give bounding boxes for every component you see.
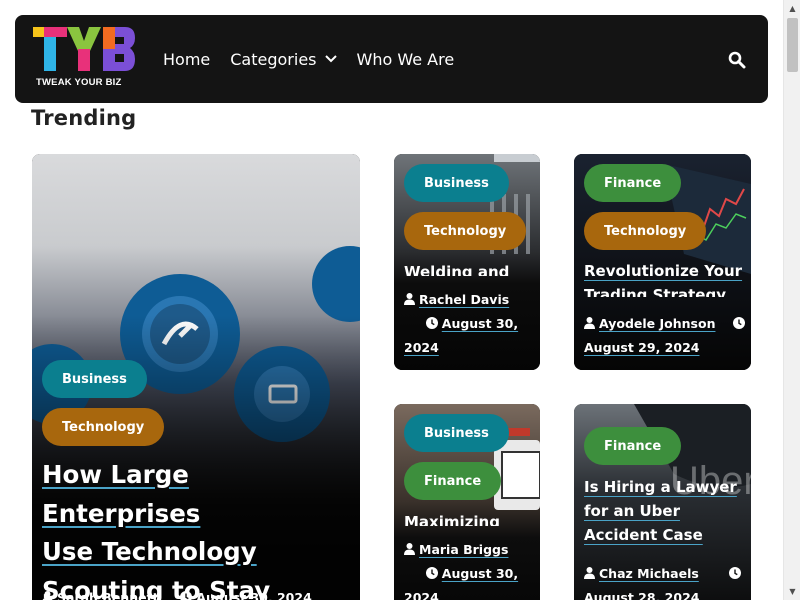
card-title[interactable]: Welding and <box>404 260 534 276</box>
main-nav: Home Categories Who We Are <box>163 15 454 103</box>
nav-who-we-are-label: Who We Are <box>356 49 455 69</box>
clock-icon <box>732 317 745 329</box>
nav-who-we-are[interactable]: Who We Are <box>357 50 455 69</box>
trending-card[interactable]: Finance Technology Revolutionize Your Tr… <box>574 154 751 370</box>
author-link[interactable]: Maria Briggs <box>419 542 508 557</box>
post-date[interactable]: August 28, 2024 <box>584 590 699 600</box>
section-title: Trending <box>31 106 137 130</box>
page-scrollbar[interactable]: ▲ ▼ <box>783 0 800 600</box>
card-title[interactable]: How Large Enterprises Use Technology Sco… <box>42 456 352 600</box>
category-badge-finance[interactable]: Finance <box>584 427 682 465</box>
category-badge-technology[interactable]: Technology <box>584 212 707 250</box>
scrollbar-thumb[interactable] <box>787 18 798 72</box>
author-link[interactable]: Rachel Davis <box>419 292 509 307</box>
category-badge-finance[interactable]: Finance <box>584 164 682 202</box>
logo-mark-icon <box>33 27 135 71</box>
category-badge-business[interactable]: Business <box>42 360 147 398</box>
card-meta: Ayodele Johnson August 29, 2024 <box>584 312 749 360</box>
card-title-line: Trading Strategy <box>584 286 726 297</box>
card-meta: Chaz Michaels August 28, 2024 <box>584 562 749 600</box>
clock-icon <box>425 567 438 579</box>
clock-icon <box>180 591 193 600</box>
user-icon <box>584 317 595 329</box>
author-link[interactable]: Ayodele Johnson <box>599 316 715 331</box>
site-logo[interactable]: TWEAK YOUR BIZ <box>33 27 135 91</box>
card-title-line: for an Uber <box>584 502 680 520</box>
card-meta: Sarah Bennett August 30, 2024 <box>42 586 312 600</box>
user-icon <box>404 293 415 305</box>
post-date-year[interactable]: 2024 <box>404 340 439 355</box>
scroll-up-icon[interactable]: ▲ <box>784 0 800 17</box>
card-meta: Rachel Davis August 30, 2024 <box>404 288 534 360</box>
post-date[interactable]: August 29, 2024 <box>584 340 699 355</box>
search-icon[interactable] <box>728 51 746 69</box>
user-icon <box>42 591 53 600</box>
card-title-line: Maximizing <box>404 513 500 526</box>
post-date[interactable]: August 30, 2024 <box>196 590 311 600</box>
author-link[interactable]: Sarah Bennett <box>57 590 159 600</box>
scroll-down-icon[interactable]: ▼ <box>784 583 800 600</box>
category-badge-business[interactable]: Business <box>404 164 509 202</box>
featured-card[interactable]: Business Technology How Large Enterprise… <box>32 154 360 600</box>
clock-icon <box>729 567 742 579</box>
category-badge-technology[interactable]: Technology <box>42 408 165 446</box>
post-date[interactable]: August 30, <box>442 316 518 331</box>
card-title-line: Welding and <box>404 263 510 276</box>
trending-card[interactable]: Business Technology Welding and Rachel D… <box>394 154 540 370</box>
nav-categories-label: Categories <box>230 49 317 69</box>
logo-text: TWEAK YOUR BIZ <box>36 77 122 88</box>
category-badge-technology[interactable]: Technology <box>404 212 527 250</box>
chevron-down-icon <box>324 55 337 63</box>
card-title[interactable]: Maximizing <box>404 510 534 526</box>
nav-home-label: Home <box>163 49 211 69</box>
card-title-line: Use Technology <box>42 537 257 566</box>
trending-card[interactable]: Business Finance Maximizing Maria Briggs… <box>394 404 540 600</box>
category-badge-business[interactable]: Business <box>404 414 509 452</box>
author-link[interactable]: Chaz Michaels <box>599 566 699 581</box>
post-date[interactable]: August 30, <box>442 566 518 581</box>
card-title-line: Accident Case <box>584 526 703 544</box>
category-badge-finance[interactable]: Finance <box>404 462 502 500</box>
card-title-line: Revolutionize Your <box>584 262 743 280</box>
user-icon <box>584 567 595 579</box>
card-meta: Maria Briggs August 30, 2024 <box>404 538 534 600</box>
card-title-line: Is Hiring a Lawyer <box>584 478 737 496</box>
card-title-line: How Large Enterprises <box>42 460 201 528</box>
card-title[interactable]: Revolutionize Your Trading Strategy <box>584 259 749 297</box>
nav-categories[interactable]: Categories <box>230 49 337 69</box>
trending-card[interactable]: Uber Finance Is Hiring a Lawyer for an U… <box>574 404 751 600</box>
clock-icon <box>425 317 438 329</box>
post-date-year[interactable]: 2024 <box>404 590 439 600</box>
site-header: TWEAK YOUR BIZ Home Categories Who We Ar… <box>15 15 768 103</box>
user-icon <box>404 543 415 555</box>
nav-home[interactable]: Home <box>163 50 210 69</box>
card-title[interactable]: Is Hiring a Lawyer for an Uber Accident … <box>584 475 749 547</box>
